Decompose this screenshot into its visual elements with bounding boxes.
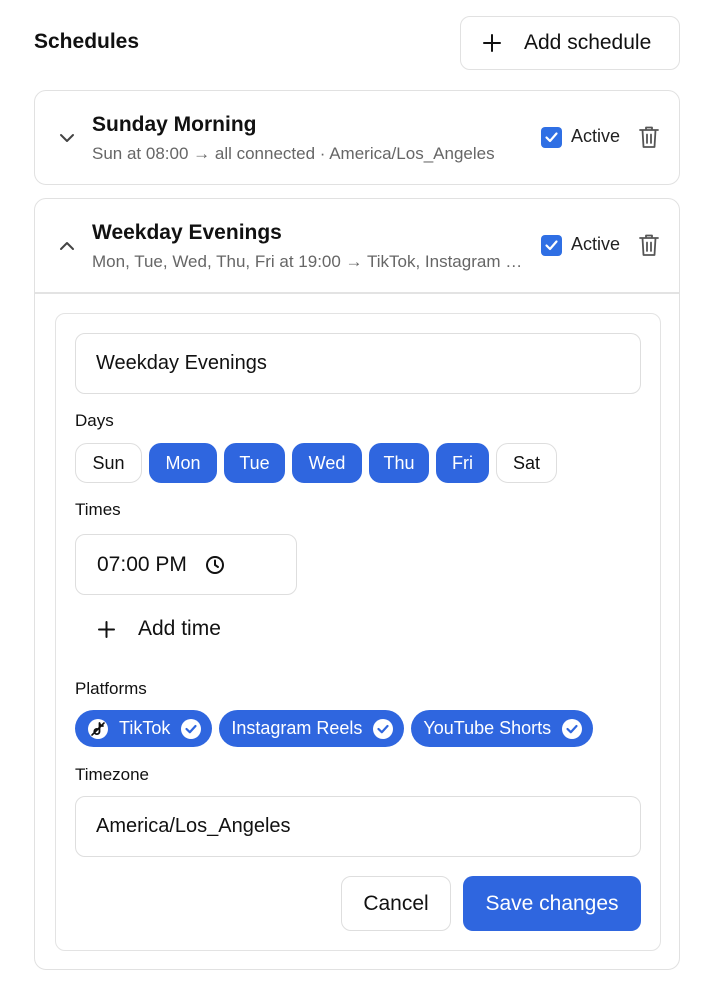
add-schedule-button[interactable]: Add schedule [460, 16, 680, 70]
add-schedule-label: Add schedule [524, 31, 652, 54]
day-toggle-thu[interactable]: Thu [369, 443, 429, 483]
platforms-label: Platforms [75, 679, 147, 698]
divider [35, 292, 679, 294]
active-checkbox[interactable] [541, 235, 562, 256]
schedule-editor: Weekday Evenings Days Sun Mon Tue Wed Th… [55, 313, 661, 951]
days-label: Days [75, 411, 114, 430]
page-title: Schedules [34, 30, 140, 53]
check-circle-icon [373, 718, 394, 739]
schedule-name: Sunday Morning [92, 113, 257, 136]
platform-chip-instagram-reels[interactable]: Instagram Reels [219, 710, 405, 747]
schedule-name: Weekday Evenings [92, 221, 282, 244]
timezone-input[interactable]: America/Los_Angeles [75, 796, 641, 857]
platform-chip-tiktok[interactable]: TikTok [75, 710, 213, 747]
check-icon [545, 132, 558, 143]
times-label: Times [75, 500, 121, 519]
schedule-summary: Sun at 08:00 → all connected · America/L… [92, 144, 495, 163]
day-toggle-fri[interactable]: Fri [436, 443, 489, 483]
schedule-header[interactable]: Weekday Evenings Mon, Tue, Wed, Thu, Fri… [35, 199, 679, 293]
day-toggle-mon[interactable]: Mon [149, 443, 217, 483]
day-toggle-wed[interactable]: Wed [292, 443, 362, 483]
platform-label: YouTube Shorts [423, 718, 552, 738]
day-toggle-tue[interactable]: Tue [224, 443, 285, 483]
schedule-card-weekday-evenings: Weekday Evenings Mon, Tue, Wed, Thu, Fri… [34, 198, 680, 970]
active-checkbox[interactable] [541, 127, 562, 148]
plus-icon [98, 620, 115, 638]
add-time-button[interactable]: Add time [96, 617, 221, 641]
time-input[interactable]: 07:00 PM [75, 534, 297, 595]
check-circle-icon [562, 718, 583, 739]
plus-icon [483, 34, 501, 52]
trash-icon[interactable] [638, 125, 660, 149]
schedule-summary: Mon, Tue, Wed, Thu, Fri at 19:00 → TikTo… [92, 252, 524, 271]
tiktok-icon [88, 718, 108, 739]
schedule-header[interactable]: Sunday Morning Sun at 08:00 → all connec… [35, 91, 679, 185]
chevron-down-icon[interactable] [57, 128, 77, 148]
check-icon [545, 240, 558, 251]
clock-icon[interactable] [205, 555, 225, 575]
add-time-label: Add time [138, 617, 221, 640]
platform-chip-youtube-shorts[interactable]: YouTube Shorts [411, 710, 594, 747]
day-toggle-sat[interactable]: Sat [496, 443, 557, 483]
platforms-selector: TikTok Instagram Reels YouTube Shorts [75, 710, 594, 747]
schedule-name-input[interactable]: Weekday Evenings [75, 333, 641, 394]
check-circle-icon [181, 718, 202, 739]
time-value: 07:00 PM [97, 552, 187, 576]
active-label: Active [571, 234, 621, 254]
timezone-label: Timezone [75, 765, 150, 784]
chevron-up-icon[interactable] [57, 236, 77, 256]
active-label: Active [571, 126, 621, 146]
save-changes-button[interactable]: Save changes [463, 876, 641, 931]
platform-label: Instagram Reels [231, 718, 363, 738]
platform-label: TikTok [119, 718, 171, 738]
day-toggle-sun[interactable]: Sun [75, 443, 142, 483]
schedule-card-sunday-morning: Sunday Morning Sun at 08:00 → all connec… [34, 90, 680, 185]
trash-icon[interactable] [638, 233, 660, 257]
days-selector: Sun Mon Tue Wed Thu Fri Sat [75, 443, 557, 483]
cancel-button[interactable]: Cancel [341, 876, 451, 931]
